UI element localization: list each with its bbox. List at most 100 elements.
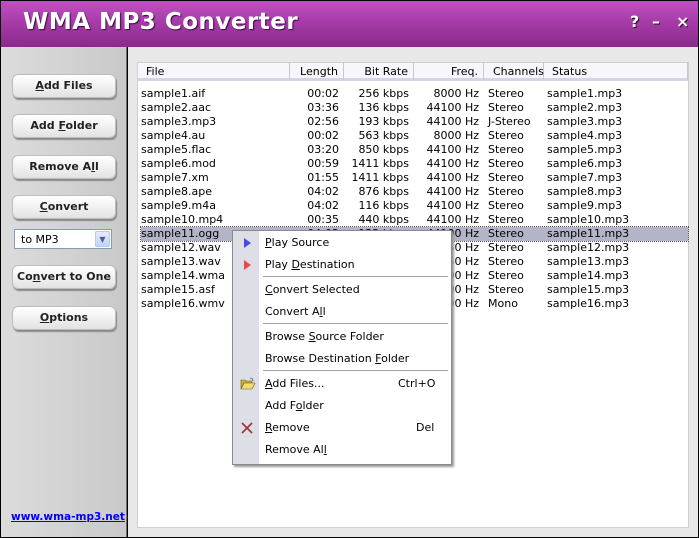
- cell-freq: 44100 Hz: [426, 157, 479, 170]
- menu-play-source[interactable]: Play Source: [233, 232, 451, 254]
- cell-channels: Stereo: [488, 143, 524, 156]
- cell-file: sample1.aif: [141, 87, 206, 100]
- table-row[interactable]: sample7.xm 01:55 1411 kbps 44100 Hz Stereo sa…: [141, 171, 688, 185]
- cell-channels: Stereo: [488, 171, 524, 184]
- menu-add-files[interactable]: Add Files... Ctrl+O: [233, 373, 451, 395]
- table-row[interactable]: sample10.mp4 00:35 440 kbps 44100 Hz Stereo s…: [141, 213, 688, 227]
- cell-bitrate: 136 kbps: [358, 101, 409, 114]
- remove-all-button[interactable]: Remove All: [12, 155, 116, 179]
- cell-file: sample2.aac: [141, 101, 212, 114]
- table-row[interactable]: sample5.flac 03:20 850 kbps 44100 Hz Stereo s…: [141, 143, 688, 157]
- add-folder-button[interactable]: Add Folder: [12, 114, 116, 138]
- table-row[interactable]: sample6.mod 00:59 1411 kbps 44100 Hz Stereo s…: [141, 157, 688, 171]
- cell-channels: Stereo: [488, 241, 524, 254]
- cell-status: sample12.mp3: [547, 241, 630, 254]
- cell-file: sample4.au: [141, 129, 206, 142]
- cell-length: 00:02: [307, 129, 339, 142]
- column-status[interactable]: Status: [544, 63, 688, 80]
- cell-channels: Stereo: [488, 185, 524, 198]
- cell-bitrate: 876 kbps: [358, 185, 409, 198]
- menu-item-label: Add Files...: [265, 377, 325, 390]
- cell-bitrate: 256 kbps: [358, 87, 409, 100]
- cell-freq: 44100 Hz: [426, 171, 479, 184]
- cell-freq: 8000 Hz: [433, 87, 479, 100]
- column-channels[interactable]: Channels: [484, 63, 544, 80]
- play-source-icon: [240, 236, 254, 250]
- output-format-select[interactable]: to MP3 ▼: [14, 229, 112, 249]
- play-destination-icon: [240, 258, 254, 272]
- column-bitrate[interactable]: Bit Rate: [344, 63, 414, 80]
- table-row[interactable]: sample1.aif 00:02 256 kbps 8000 Hz Stereo sam…: [141, 87, 688, 101]
- help-button[interactable]: ?: [630, 13, 639, 31]
- minimize-button[interactable]: –: [652, 13, 660, 31]
- cell-channels: Stereo: [488, 199, 524, 212]
- cell-channels: J-Stereo: [488, 115, 531, 128]
- cell-status: sample2.mp3: [547, 101, 623, 114]
- close-button[interactable]: ×: [676, 13, 689, 31]
- menu-shortcut: Ctrl+O: [398, 377, 436, 390]
- cell-length: 00:35: [307, 213, 339, 226]
- table-row[interactable]: sample9.m4a 04:02 116 kbps 44100 Hz Stereo sa…: [141, 199, 688, 213]
- cell-bitrate: 193 kbps: [358, 115, 409, 128]
- chevron-down-icon[interactable]: ▼: [95, 231, 110, 247]
- app-title: WMA MP3 Converter: [23, 9, 299, 35]
- cell-status: sample9.mp3: [547, 199, 623, 212]
- convert-button[interactable]: Convert: [12, 195, 116, 219]
- menu-browse-destination-folder[interactable]: Browse Destination Folder: [233, 348, 451, 370]
- cell-freq: 44100 Hz: [426, 199, 479, 212]
- menu-convert-all[interactable]: Convert All: [233, 301, 451, 323]
- cell-file: sample6.mod: [141, 157, 216, 170]
- cell-status: sample15.mp3: [547, 283, 630, 296]
- menu-item-label: Play Source: [265, 236, 330, 249]
- remove-x-icon: [240, 421, 254, 435]
- menu-separator: [263, 276, 448, 277]
- cell-freq: 44100 Hz: [426, 185, 479, 198]
- column-freq[interactable]: Freq.: [414, 63, 484, 80]
- table-row[interactable]: sample3.mp3 02:56 193 kbps 44100 Hz J-Stereo…: [141, 115, 688, 129]
- cell-file: sample8.ape: [141, 185, 212, 198]
- table-row[interactable]: sample8.ape 04:02 876 kbps 44100 Hz Stereo sa…: [141, 185, 688, 199]
- table-row[interactable]: sample2.aac 03:36 136 kbps 44100 Hz Stereo sa…: [141, 101, 688, 115]
- menu-remove-all[interactable]: Remove All: [233, 439, 451, 461]
- cell-bitrate: 850 kbps: [358, 143, 409, 156]
- menu-play-destination[interactable]: Play Destination: [233, 254, 451, 276]
- menu-item-label: Remove: [265, 421, 310, 434]
- website-link[interactable]: www.wma-mp3.net: [11, 511, 125, 523]
- menu-item-label: Convert All: [265, 305, 326, 318]
- cell-status: sample8.mp3: [547, 185, 623, 198]
- menu-separator: [263, 370, 448, 371]
- column-file[interactable]: File: [138, 63, 290, 80]
- list-header: File Length Bit Rate Freq. Channels Stat…: [138, 63, 688, 81]
- cell-freq: 8000 Hz: [433, 129, 479, 142]
- cell-status: sample14.mp3: [547, 269, 630, 282]
- cell-bitrate: 440 kbps: [358, 213, 409, 226]
- cell-length: 00:59: [307, 157, 339, 170]
- convert-to-one-button[interactable]: Convert to One: [12, 265, 116, 289]
- cell-status: sample10.mp3: [547, 213, 630, 226]
- add-files-button[interactable]: Add Files: [12, 74, 116, 98]
- cell-status: sample5.mp3: [547, 143, 623, 156]
- options-button[interactable]: Options: [12, 306, 116, 330]
- column-length[interactable]: Length: [290, 63, 344, 80]
- table-row[interactable]: sample4.au 00:02 563 kbps 8000 Hz Stereo samp…: [141, 129, 688, 143]
- cell-channels: Mono: [488, 297, 518, 310]
- cell-channels: Stereo: [488, 227, 524, 240]
- cell-channels: Stereo: [488, 157, 524, 170]
- cell-status: sample11.mp3: [547, 227, 630, 240]
- cell-length: 04:02: [307, 199, 339, 212]
- cell-bitrate: 1411 kbps: [351, 171, 409, 184]
- title-bar[interactable]: WMA MP3 Converter ? – ×: [1, 1, 698, 47]
- menu-browse-source-folder[interactable]: Browse Source Folder: [233, 326, 451, 348]
- menu-item-label: Play Destination: [265, 258, 355, 271]
- menu-add-folder[interactable]: Add Folder: [233, 395, 451, 417]
- cell-channels: Stereo: [488, 101, 524, 114]
- menu-convert-selected[interactable]: Convert Selected: [233, 279, 451, 301]
- menu-remove[interactable]: Remove Del: [233, 417, 451, 439]
- menu-item-label: Convert Selected: [265, 283, 360, 296]
- cell-bitrate: 1411 kbps: [351, 157, 409, 170]
- cell-length: 03:20: [307, 143, 339, 156]
- menu-item-label: Add Folder: [265, 399, 324, 412]
- menu-item-label: Browse Source Folder: [265, 330, 384, 343]
- menu-item-label: Browse Destination Folder: [265, 352, 410, 365]
- context-menu: Play Source Play Destination Convert Selec…: [232, 230, 452, 465]
